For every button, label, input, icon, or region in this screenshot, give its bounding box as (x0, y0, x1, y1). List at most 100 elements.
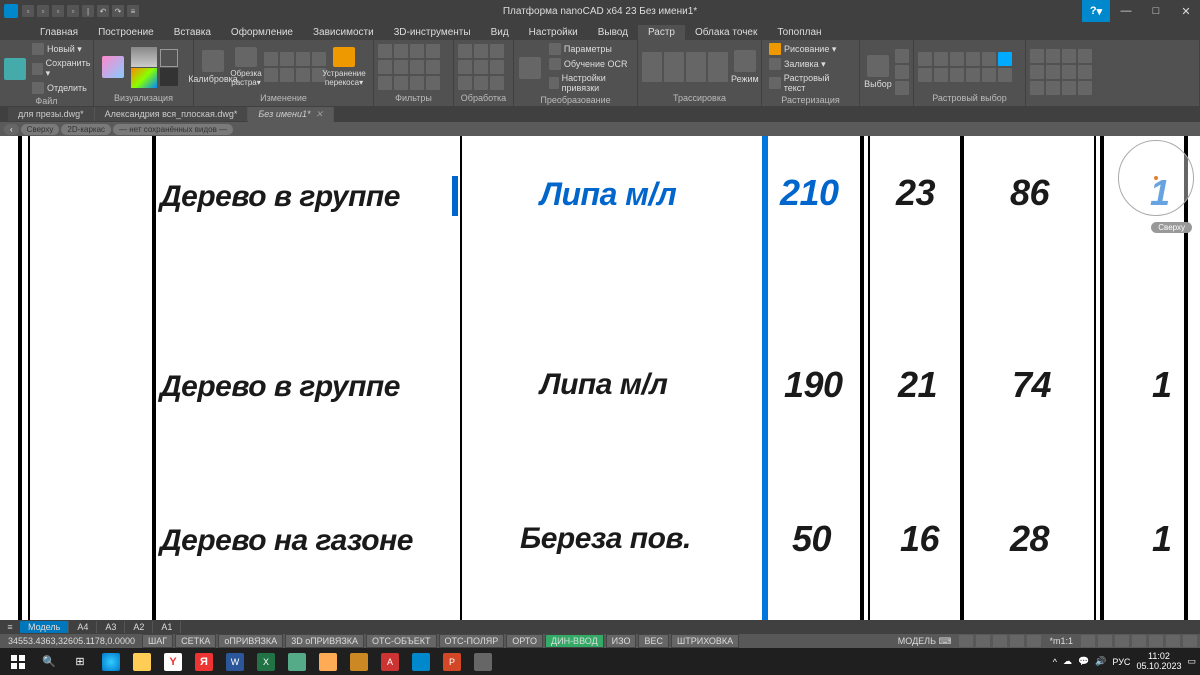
tb-autocad[interactable]: A (376, 651, 404, 673)
tray-up[interactable]: ^ (1053, 657, 1057, 667)
tab-home[interactable]: Главная (30, 25, 88, 40)
misc-grid[interactable] (1030, 49, 1092, 95)
drawing-canvas[interactable]: Дерево в группе Липа м/л 210 23 86 1 Дер… (0, 136, 1200, 620)
tab-construct[interactable]: Построение (88, 25, 164, 40)
tb-app4[interactable] (469, 651, 497, 673)
save-button[interactable]: Сохранить ▾ (29, 57, 95, 80)
qat-undo-icon[interactable]: ↶ (97, 5, 109, 17)
tab-topoplan[interactable]: Топоплан (767, 25, 831, 40)
hide-raster-button[interactable] (98, 47, 128, 87)
tray-lang[interactable]: РУС (1112, 657, 1130, 667)
close-icon[interactable]: ✕ (316, 109, 324, 119)
layout-menu-icon[interactable]: ≡ (0, 620, 20, 634)
st-osnap[interactable]: оПРИВЯЗКА (218, 634, 283, 648)
status-icon[interactable] (1115, 635, 1129, 647)
tray-clock[interactable]: 11:02 05.10.2023 (1136, 652, 1181, 672)
st-otrack-obj[interactable]: ОТС-ОБЪЕКТ (366, 634, 436, 648)
rsel-grid[interactable] (918, 52, 1012, 82)
tab-insert[interactable]: Вставка (164, 25, 221, 40)
st-scale[interactable]: *m1:1 (1044, 635, 1078, 647)
tray-chat-icon[interactable]: 💬 (1078, 656, 1089, 667)
tab-raster[interactable]: Растр (638, 25, 685, 40)
layout-a4[interactable]: A4 (69, 621, 97, 633)
st-lwt[interactable]: ВЕС (638, 634, 669, 648)
crop-raster-button[interactable]: Обрезка растра▾ (231, 47, 261, 87)
compass-label[interactable]: Сверху (1151, 222, 1192, 233)
st-step[interactable]: ШАГ (142, 634, 173, 648)
tb-edge[interactable] (97, 651, 125, 673)
view-wire[interactable]: 2D-каркас (61, 124, 111, 135)
status-icon[interactable] (1132, 635, 1146, 647)
status-icon[interactable] (959, 635, 973, 647)
doc-tab-2[interactable]: Без имени1*✕ (248, 107, 334, 122)
tb-app1[interactable] (283, 651, 311, 673)
tab-constraints[interactable]: Зависимости (303, 25, 384, 40)
view-saved[interactable]: — нет сохранённых видов — (113, 124, 233, 135)
maximize-button[interactable]: □ (1142, 0, 1170, 22)
st-3dsnap[interactable]: 3D оПРИВЯЗКА (285, 634, 364, 648)
tb-explorer[interactable] (128, 651, 156, 673)
status-icon[interactable] (1027, 635, 1041, 647)
view-back[interactable]: ‹ (4, 124, 19, 135)
tab-pointcloud[interactable]: Облака точек (685, 25, 767, 40)
tb-excel[interactable]: X (252, 651, 280, 673)
status-icon[interactable] (1098, 635, 1112, 647)
status-icon[interactable] (993, 635, 1007, 647)
st-ortho[interactable]: ОРТО (506, 634, 543, 648)
st-iso[interactable]: ИЗО (606, 634, 637, 648)
doc-tab-1[interactable]: Александрия вся_плоская.dwg* (95, 107, 249, 121)
ocr-button[interactable]: Обучение OCR (546, 57, 633, 71)
st-otrack-pol[interactable]: ОТС-ПОЛЯР (439, 634, 505, 648)
process-grid[interactable] (458, 44, 504, 90)
deskew-button[interactable]: Устранение перекоса▾ (329, 47, 359, 87)
tb-app3[interactable] (345, 651, 373, 673)
qat-redo-icon[interactable]: ↷ (112, 5, 124, 17)
layout-model[interactable]: Модель (20, 621, 69, 633)
tab-annotate[interactable]: Оформление (221, 25, 303, 40)
trace-icons[interactable] (642, 52, 728, 82)
layout-a3[interactable]: A3 (97, 621, 125, 633)
tb-app2[interactable] (314, 651, 342, 673)
minimize-button[interactable]: — (1112, 0, 1140, 22)
detach-button[interactable]: Отделить (29, 81, 95, 95)
tab-view[interactable]: Вид (481, 25, 519, 40)
qat-open-icon[interactable]: ▫ (37, 5, 49, 17)
fill-button[interactable]: Заливка ▾ (766, 57, 855, 71)
st-grid[interactable]: СЕТКА (175, 634, 216, 648)
tray-cloud-icon[interactable]: ☁ (1063, 656, 1072, 667)
filters-grid[interactable] (378, 44, 440, 90)
close-button[interactable]: ✕ (1172, 0, 1200, 22)
qat-save-icon[interactable]: ▫ (52, 5, 64, 17)
status-icon[interactable] (1149, 635, 1163, 647)
new-button[interactable]: Новый ▾ (29, 42, 95, 56)
qat-more-icon[interactable]: ≡ (127, 5, 139, 17)
status-icon[interactable] (1010, 635, 1024, 647)
status-icon[interactable] (1166, 635, 1180, 647)
qat-print-icon[interactable]: ▫ (67, 5, 79, 17)
tab-3d[interactable]: 3D-инструменты (384, 25, 481, 40)
tb-word[interactable]: W (221, 651, 249, 673)
tab-settings[interactable]: Настройки (519, 25, 588, 40)
calibrate-button[interactable]: Калибровка (198, 47, 228, 87)
snap-settings-button[interactable]: Настройки привязки (546, 72, 633, 94)
insert-raster-button[interactable] (4, 49, 26, 89)
status-icon[interactable] (976, 635, 990, 647)
tray-sound-icon[interactable]: 🔊 (1095, 656, 1106, 667)
params-button[interactable]: Параметры (546, 42, 633, 56)
edit-grid[interactable] (264, 52, 326, 82)
view-top[interactable]: Сверху (21, 124, 60, 135)
tb-powerpoint[interactable]: P (438, 651, 466, 673)
mode-button[interactable]: Режим (731, 47, 759, 87)
help-button[interactable]: ? ▾ (1082, 0, 1110, 22)
tb-yandex[interactable]: Y (159, 651, 187, 673)
select-button[interactable]: Выбор (864, 52, 892, 92)
view-compass[interactable] (1118, 140, 1194, 216)
status-icon[interactable] (1183, 635, 1197, 647)
st-hatch[interactable]: ШТРИХОВКА (671, 634, 739, 648)
status-icon[interactable] (1081, 635, 1095, 647)
raster-text-button[interactable]: Растровый текст (766, 72, 855, 94)
qat-new-icon[interactable]: ▫ (22, 5, 34, 17)
doc-tab-0[interactable]: для презы.dwg* (8, 107, 95, 121)
st-dyn[interactable]: ДИН-ВВОД (545, 634, 604, 648)
tb-nanocad[interactable] (407, 651, 435, 673)
